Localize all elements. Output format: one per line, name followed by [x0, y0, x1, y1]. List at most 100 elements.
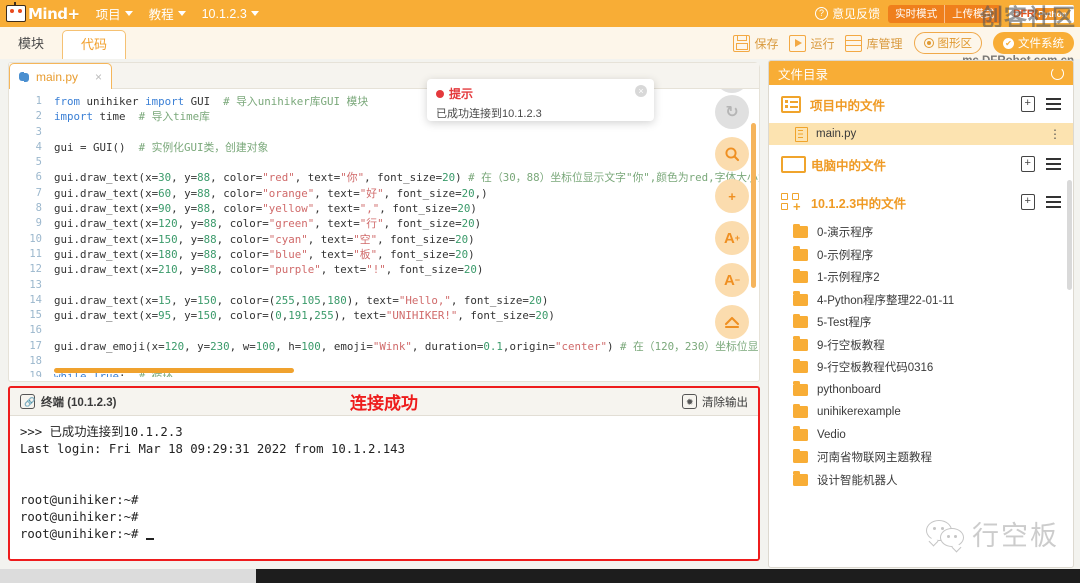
code-line: gui.draw_text(x=95, y=150, color=(0,191,…	[54, 309, 555, 323]
folder-item[interactable]: 设计智能机器人	[769, 469, 1073, 492]
line-number: 16	[29, 324, 42, 337]
group-board-files[interactable]: + 10.1.2.3中的文件	[769, 183, 1073, 221]
tab-code[interactable]: 代码	[62, 30, 127, 59]
folder-item[interactable]: 5-Test程序	[769, 311, 1073, 334]
library-manager-button[interactable]: 库管理	[845, 34, 903, 52]
graphics-area-button[interactable]: 图形区	[913, 32, 982, 54]
filesystem-button[interactable]: ✔ 文件系统	[993, 32, 1074, 54]
add-icon[interactable]: +	[715, 179, 749, 213]
run-button[interactable]: 运行	[789, 34, 834, 52]
app-header: Mind+ 项目 教程 10.1.2.3 ? 意见反馈 实时模式 上传模式 DF…	[0, 0, 1080, 30]
menu-tutorial-label: 教程	[148, 8, 174, 22]
folder-item[interactable]: 0-演示程序	[769, 221, 1073, 244]
link-icon: 🔗	[20, 394, 35, 409]
code-line: gui.draw_text(x=150, y=88, color="cyan",…	[54, 232, 475, 246]
file-panel-scrollbar[interactable]	[1067, 180, 1072, 290]
folder-item[interactable]: 河南省物联网主题教程	[769, 446, 1073, 469]
menu-device-ip[interactable]: 10.1.2.3	[202, 7, 259, 21]
app-logo: Mind+	[6, 2, 80, 23]
font-increase-icon[interactable]: A +	[715, 221, 749, 255]
code-content[interactable]: from unihiker import GUI # 导入unihiker库GU…	[49, 89, 759, 377]
folder-list: 0-演示程序 0-示例程序 1-示例程序2 4-Python程序整理22-01-11 5…	[769, 221, 1073, 491]
group-computer-files[interactable]: 电脑中的文件	[769, 145, 1073, 183]
menu-icon[interactable]	[1046, 158, 1061, 170]
tab-module[interactable]: 模块	[0, 29, 62, 59]
python-badge-label: Python	[1035, 7, 1070, 20]
folder-item[interactable]: 0-示例程序	[769, 244, 1073, 267]
folder-icon	[793, 336, 808, 351]
question-icon: ?	[815, 7, 829, 20]
menu-icon[interactable]	[1046, 98, 1061, 110]
code-line: gui.draw_text(x=60, y=88, color="orange"…	[54, 186, 488, 200]
group-project-files[interactable]: 项目中的文件	[769, 85, 1073, 123]
menu-project[interactable]: 项目	[96, 4, 133, 23]
notification-toast: 提示 已成功连接到10.1.2.3 ×	[427, 79, 654, 121]
folder-item[interactable]: unihikerexample	[769, 401, 1073, 424]
graphics-icon	[923, 38, 934, 48]
collapse-icon[interactable]	[715, 305, 749, 339]
folder-item[interactable]: pythonboard	[769, 379, 1073, 402]
add-file-icon[interactable]	[1021, 194, 1035, 210]
redo-icon[interactable]: ↻	[715, 95, 749, 129]
menu-tutorial[interactable]: 教程	[149, 4, 186, 23]
file-item-mainpy[interactable]: main.py ⋮	[769, 123, 1073, 145]
terminal-line: >>> 已成功连接到10.1.2.3	[20, 425, 183, 439]
filesystem-label: 文件系统	[1018, 38, 1064, 50]
folder-item[interactable]: Vedio	[769, 424, 1073, 447]
folder-item[interactable]: 9-行空板教程代码0316	[769, 356, 1073, 379]
search-icon[interactable]	[715, 137, 749, 171]
editor-tab-mainpy[interactable]: main.py ×	[9, 63, 113, 89]
line-number: 14	[29, 293, 42, 306]
editor-horizontal-scrollbar[interactable]	[54, 368, 654, 373]
header-right-group: ? 意见反馈 实时模式 上传模式 DFR Python	[815, 4, 1080, 23]
folder-item[interactable]: 4-Python程序整理22-01-11	[769, 289, 1073, 312]
code-line: gui = GUI() # 实例化GUI类，创建对象	[54, 140, 269, 154]
menu-icon[interactable]	[1046, 196, 1061, 208]
toast-close-icon[interactable]: ×	[635, 85, 647, 97]
terminal-line: root@unihiker:~#	[20, 510, 139, 524]
editor-vertical-scrollbar[interactable]	[751, 123, 756, 343]
font-decrease-icon[interactable]: A −	[715, 263, 749, 297]
terminal-line: Last login: Fri Mar 18 09:29:31 2022 fro…	[20, 442, 405, 456]
line-number: 4	[35, 140, 42, 153]
line-number: 18	[29, 355, 42, 368]
save-button[interactable]: 保存	[733, 34, 778, 52]
folder-item[interactable]: 9-行空板教程	[769, 334, 1073, 357]
feedback-button[interactable]: ? 意见反馈	[815, 5, 880, 22]
mode-realtime-button[interactable]: 实时模式	[888, 5, 944, 23]
folder-item-label: Vedio	[817, 428, 846, 441]
folder-item-label: 4-Python程序整理22-01-11	[817, 294, 955, 307]
clear-icon: ✹	[682, 394, 697, 409]
folder-item-label: 河南省物联网主题教程	[817, 452, 932, 465]
check-icon: ✔	[1003, 37, 1014, 49]
folder-icon	[793, 471, 808, 486]
code-line: gui.draw_text(x=120, y=88, color="green"…	[54, 217, 482, 231]
alert-icon	[436, 89, 444, 98]
mode-upload-button[interactable]: 上传模式	[944, 4, 1001, 23]
code-scroll-area[interactable]: 123456789101112131415161718192021 from u…	[9, 89, 759, 377]
refresh-icon[interactable]	[1051, 66, 1064, 80]
clear-output-button[interactable]: ✹ 清除输出	[682, 394, 748, 410]
file-icon	[795, 126, 808, 142]
play-icon	[789, 34, 807, 52]
add-file-icon[interactable]	[1021, 96, 1035, 112]
file-directory-panel: 文件目录 项目中的文件 main.py ⋮ 电脑中的文件	[768, 60, 1074, 568]
file-panel-header: 文件目录	[769, 61, 1073, 85]
chevron-down-icon	[250, 11, 259, 16]
more-options-icon[interactable]: ⋮	[1049, 128, 1061, 140]
folder-item-label: 9-行空板教程	[817, 339, 885, 352]
add-file-icon[interactable]	[1021, 156, 1035, 172]
code-line: gui.draw_text(x=180, y=88, color="blue",…	[54, 247, 475, 261]
terminal-output[interactable]: >>> 已成功连接到10.1.2.3 Last login: Fri Mar 18…	[10, 416, 758, 559]
folder-item[interactable]: 1-示例程序2	[769, 266, 1073, 289]
folder-icon	[793, 358, 808, 374]
close-icon[interactable]: ×	[95, 70, 102, 84]
board-files-icon: +	[781, 193, 802, 213]
group-project-files-label: 项目中的文件	[810, 98, 886, 113]
code-line: gui.draw_emoji(x=120, y=230, w=100, h=10…	[54, 339, 759, 353]
line-number: 3	[35, 125, 42, 138]
code-line: gui.draw_text(x=90, y=88, color="yellow"…	[54, 202, 477, 216]
